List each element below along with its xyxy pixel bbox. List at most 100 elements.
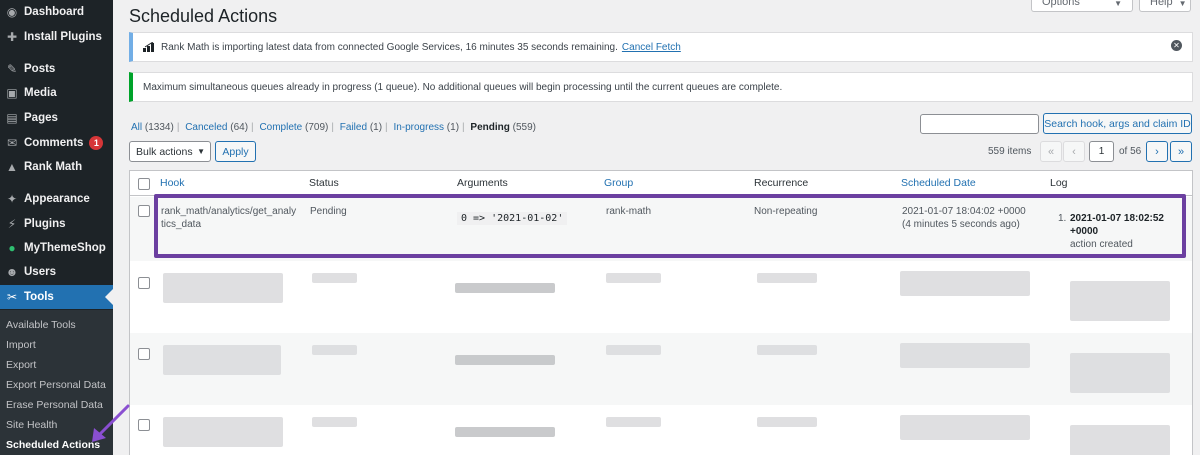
menu-dashboard[interactable]: ◉ Dashboard xyxy=(0,0,113,24)
table-row[interactable] xyxy=(130,333,1192,405)
menu-pages[interactable]: ▤ Pages xyxy=(0,106,113,130)
blurred-content xyxy=(455,283,555,293)
last-page-button[interactable]: » xyxy=(1170,141,1192,162)
pages-icon: ▤ xyxy=(6,111,18,125)
submenu-scheduled-actions[interactable]: Scheduled Actions xyxy=(6,439,100,451)
column-scheduled-date[interactable]: Scheduled Date xyxy=(901,177,976,189)
menu-appearance[interactable]: ✦ Appearance xyxy=(0,187,113,211)
table-header: Hook Status Arguments Group Recurrence S… xyxy=(130,171,1192,196)
menu-label: Tools xyxy=(24,291,54,303)
screen-options-label: Screen Options xyxy=(1042,0,1080,8)
cancel-fetch-link[interactable]: Cancel Fetch xyxy=(622,42,681,53)
filter-separator: | xyxy=(251,122,254,133)
blurred-content xyxy=(900,271,1030,296)
bulk-actions-select[interactable]: Bulk actions ▼ xyxy=(129,141,211,162)
annotation-arrow-icon xyxy=(92,404,130,442)
first-page-button[interactable]: « xyxy=(1040,141,1062,162)
blurred-content xyxy=(1070,353,1170,393)
row-checkbox[interactable] xyxy=(138,348,150,360)
filter-complete[interactable]: Complete xyxy=(259,122,302,133)
menu-mythemeshop[interactable]: ● MyThemeShop xyxy=(0,236,113,260)
menu-label: Install Plugins xyxy=(24,31,102,43)
filter-canceled[interactable]: Canceled xyxy=(185,122,227,133)
table-row[interactable] xyxy=(130,405,1192,455)
blurred-content xyxy=(900,415,1030,440)
select-all-checkbox[interactable] xyxy=(138,178,150,190)
menu-install-plugins[interactable]: ✚ Install Plugins xyxy=(0,25,113,49)
blurred-content xyxy=(606,345,661,355)
plugins-install-icon: ✚ xyxy=(6,30,18,44)
plugins-icon: ⚡ xyxy=(7,217,17,231)
submenu-site-health[interactable]: Site Health xyxy=(6,419,57,431)
column-status: Status xyxy=(309,177,339,189)
menu-tools[interactable]: ✂ Tools xyxy=(0,285,113,309)
row-checkbox[interactable] xyxy=(138,277,150,289)
mythemeshop-icon: ● xyxy=(8,241,16,255)
current-page-input[interactable]: 1 xyxy=(1089,141,1114,162)
column-hook[interactable]: Hook xyxy=(160,177,185,189)
menu-posts[interactable]: ✎ Posts xyxy=(0,57,113,81)
menu-label: Users xyxy=(24,266,56,278)
submenu-export-personal-data[interactable]: Export Personal Data xyxy=(6,379,106,391)
filter-failed[interactable]: Failed xyxy=(340,122,367,133)
table-row[interactable] xyxy=(130,261,1192,333)
menu-label: Dashboard xyxy=(24,6,85,18)
apply-button[interactable]: Apply xyxy=(215,141,256,162)
status-filter-links: All (1334) | Canceled (64) | Complete (709… xyxy=(131,122,536,133)
blurred-content xyxy=(757,417,817,427)
queue-notice: Maximum simultaneous queues already in p… xyxy=(129,72,1193,102)
column-recurrence: Recurrence xyxy=(754,177,809,189)
caret-down-icon: ▼ xyxy=(1114,0,1122,8)
blurred-content xyxy=(900,343,1030,368)
submenu-available-tools[interactable]: Available Tools xyxy=(6,319,76,331)
filter-all-count: (1334) xyxy=(144,122,174,133)
bulk-actions-value: Bulk actions xyxy=(136,145,193,158)
menu-media[interactable]: ▣ Media xyxy=(0,81,113,105)
search-button[interactable]: Search hook, args and claim ID xyxy=(1043,113,1192,134)
filter-in-progress-count: (1) xyxy=(446,122,460,133)
total-pages: of 56 xyxy=(1119,146,1142,157)
filter-separator: | xyxy=(331,122,334,133)
menu-label: MyThemeShop xyxy=(24,242,106,254)
menu-comments[interactable]: ✉ Comments 1 xyxy=(0,131,113,155)
filter-all[interactable]: All xyxy=(131,122,142,133)
filter-separator: | xyxy=(462,122,465,133)
column-log: Log xyxy=(1050,177,1068,189)
dashboard-icon: ◉ xyxy=(6,5,18,19)
users-icon: ☻ xyxy=(5,265,19,279)
submenu-import[interactable]: Import xyxy=(6,339,36,351)
import-notice-text: Rank Math is importing latest data from … xyxy=(161,41,618,53)
media-icon: ▣ xyxy=(6,86,18,100)
blurred-content xyxy=(1070,425,1170,455)
filter-in-progress[interactable]: In-progress xyxy=(393,122,444,133)
help-button[interactable]: Help ▼ xyxy=(1139,0,1191,12)
blurred-content xyxy=(606,273,661,283)
screen-options-button[interactable]: Screen Options ▼ xyxy=(1031,0,1133,12)
filter-pending[interactable]: Pending xyxy=(470,122,509,133)
next-page-button[interactable]: › xyxy=(1146,141,1168,162)
highlight-box xyxy=(154,194,1186,258)
blurred-content xyxy=(1070,281,1170,321)
row-checkbox[interactable] xyxy=(138,205,150,217)
comments-count-badge: 1 xyxy=(89,136,104,150)
menu-plugins[interactable]: ⚡ Plugins xyxy=(0,212,113,236)
blurred-content xyxy=(163,345,281,375)
row-checkbox[interactable] xyxy=(138,419,150,431)
search-input[interactable] xyxy=(920,114,1039,134)
blurred-content xyxy=(312,273,357,283)
tools-icon: ✂ xyxy=(6,290,18,304)
caret-down-icon: ▼ xyxy=(1178,0,1187,8)
comments-icon: ✉ xyxy=(6,136,18,150)
filter-complete-count: (709) xyxy=(305,122,329,133)
column-group[interactable]: Group xyxy=(604,177,633,189)
rank-math-bars-icon xyxy=(143,42,154,52)
menu-rank-math[interactable]: ▲ Rank Math xyxy=(0,155,113,179)
help-label: Help xyxy=(1150,0,1173,8)
queue-notice-text: Maximum simultaneous queues already in p… xyxy=(143,81,783,93)
submenu-export[interactable]: Export xyxy=(6,359,36,371)
prev-page-button[interactable]: ‹ xyxy=(1063,141,1085,162)
blurred-content xyxy=(312,345,357,355)
menu-users[interactable]: ☻ Users xyxy=(0,260,113,284)
appearance-icon: ✦ xyxy=(6,192,18,206)
dismiss-notice-icon[interactable]: ✕ xyxy=(1171,40,1182,51)
